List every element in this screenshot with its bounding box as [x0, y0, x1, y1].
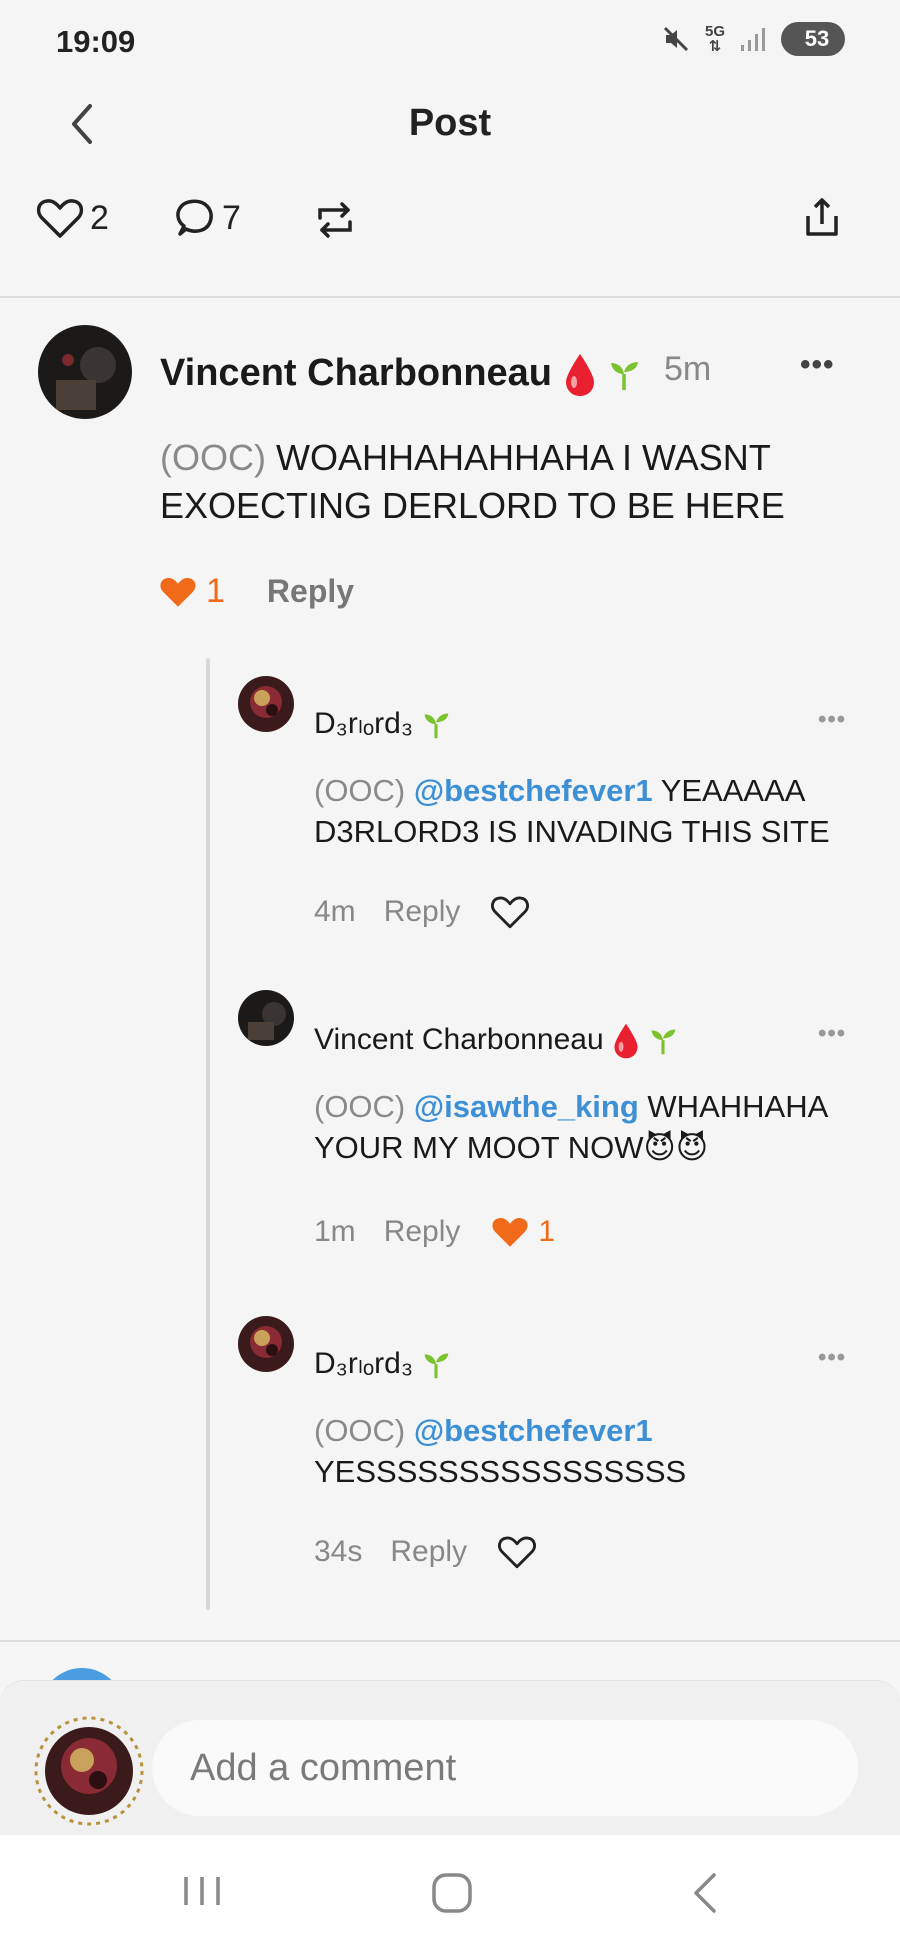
status-bar: 19:09 5G ⇅ 53 — [0, 0, 900, 86]
reply-body: (OOC) @bestchefever1 YEAAAAA D3RLORD3 IS… — [314, 773, 830, 849]
back-nav-icon[interactable] — [690, 1871, 720, 1915]
avatar[interactable] — [238, 990, 294, 1046]
repost-icon — [318, 202, 352, 238]
reply-actions: 34s Reply — [314, 1534, 537, 1570]
sprout-icon — [611, 362, 639, 390]
system-nav-bar — [0, 1835, 900, 1950]
reply-time: 4m — [314, 895, 356, 928]
reply-button[interactable]: Reply — [267, 573, 354, 610]
post-action-bar: 2 7 — [0, 190, 900, 252]
comment-button[interactable]: 7 — [172, 196, 241, 240]
home-icon[interactable] — [430, 1871, 474, 1915]
share-button[interactable] — [802, 196, 842, 240]
repost-button[interactable] — [314, 200, 356, 240]
heart-icon[interactable] — [490, 1214, 530, 1250]
reply-author[interactable]: D₃rₗₒrd₃ — [314, 1346, 451, 1381]
sprout-icon — [651, 1029, 676, 1055]
like-count: 1 — [206, 572, 225, 610]
reply-button[interactable]: Reply — [390, 1535, 467, 1569]
sprout-icon — [424, 1353, 449, 1379]
reply-body: (OOC) @isawthe_king WHAHHAHA YOUR MY MOO… — [314, 1089, 827, 1165]
mention-link[interactable]: @bestchefever1 — [414, 773, 653, 808]
recent-apps-icon[interactable] — [180, 1871, 224, 1911]
reply-author[interactable]: D₃rₗₒrd₃ — [314, 706, 451, 741]
mute-icon — [663, 26, 689, 52]
reply-body: (OOC) @bestchefever1 YESSSSSSSSSSSSSSSS — [314, 1413, 687, 1489]
more-icon[interactable]: ••• — [818, 706, 846, 734]
thread-line — [206, 658, 210, 1610]
comment-time: 5m — [664, 350, 712, 388]
avatar[interactable] — [38, 325, 132, 419]
comment-icon — [176, 199, 213, 236]
more-icon[interactable]: ••• — [800, 348, 835, 382]
more-icon[interactable]: ••• — [818, 1344, 846, 1372]
divider — [0, 1640, 900, 1642]
header: Post — [0, 86, 900, 162]
page-title: Post — [408, 102, 492, 144]
status-icons: 5G ⇅ 53 — [661, 22, 845, 56]
comment-body: (OOC) WOAHHAHAHHAHA I WASNT EXOECTING DE… — [160, 437, 785, 526]
status-time: 19:09 — [56, 24, 136, 59]
like-count: 1 — [538, 1215, 556, 1248]
share-icon — [806, 198, 838, 236]
heart-icon[interactable] — [490, 894, 530, 930]
user-avatar[interactable] — [34, 1716, 144, 1826]
avatar[interactable] — [238, 1316, 294, 1372]
reply-time: 34s — [314, 1535, 363, 1568]
like-button[interactable]: 2 — [36, 196, 109, 240]
comment-count: 7 — [222, 198, 241, 237]
mention-link[interactable]: @isawthe_king — [414, 1089, 639, 1124]
comment-actions: 1 Reply — [158, 572, 354, 611]
heart-icon — [36, 199, 84, 238]
more-icon[interactable]: ••• — [818, 1020, 846, 1048]
comment-input[interactable]: Add a comment — [152, 1720, 858, 1816]
avatar[interactable] — [238, 676, 294, 732]
battery-indicator: 53 — [781, 22, 845, 56]
reply-actions: 4m Reply — [314, 894, 530, 930]
like-count: 2 — [90, 198, 109, 237]
reply-author[interactable]: Vincent Charbonneau — [314, 1022, 678, 1060]
comment-author[interactable]: Vincent Charbonneau — [160, 352, 641, 398]
reply-button[interactable]: Reply — [384, 1215, 461, 1249]
drop-icon — [614, 1023, 638, 1059]
signal-icon — [741, 28, 765, 51]
divider — [0, 296, 900, 298]
reply-time: 1m — [314, 1215, 356, 1248]
reply-actions: 1m Reply 1 — [314, 1214, 555, 1250]
drop-icon — [565, 354, 594, 396]
heart-icon[interactable] — [497, 1534, 537, 1570]
sprout-icon — [424, 713, 449, 739]
reply-button[interactable]: Reply — [384, 895, 461, 929]
mention-link[interactable]: @bestchefever1 — [414, 1413, 653, 1448]
heart-icon[interactable] — [158, 574, 198, 610]
network-icon: 5G ⇅ — [704, 23, 725, 55]
